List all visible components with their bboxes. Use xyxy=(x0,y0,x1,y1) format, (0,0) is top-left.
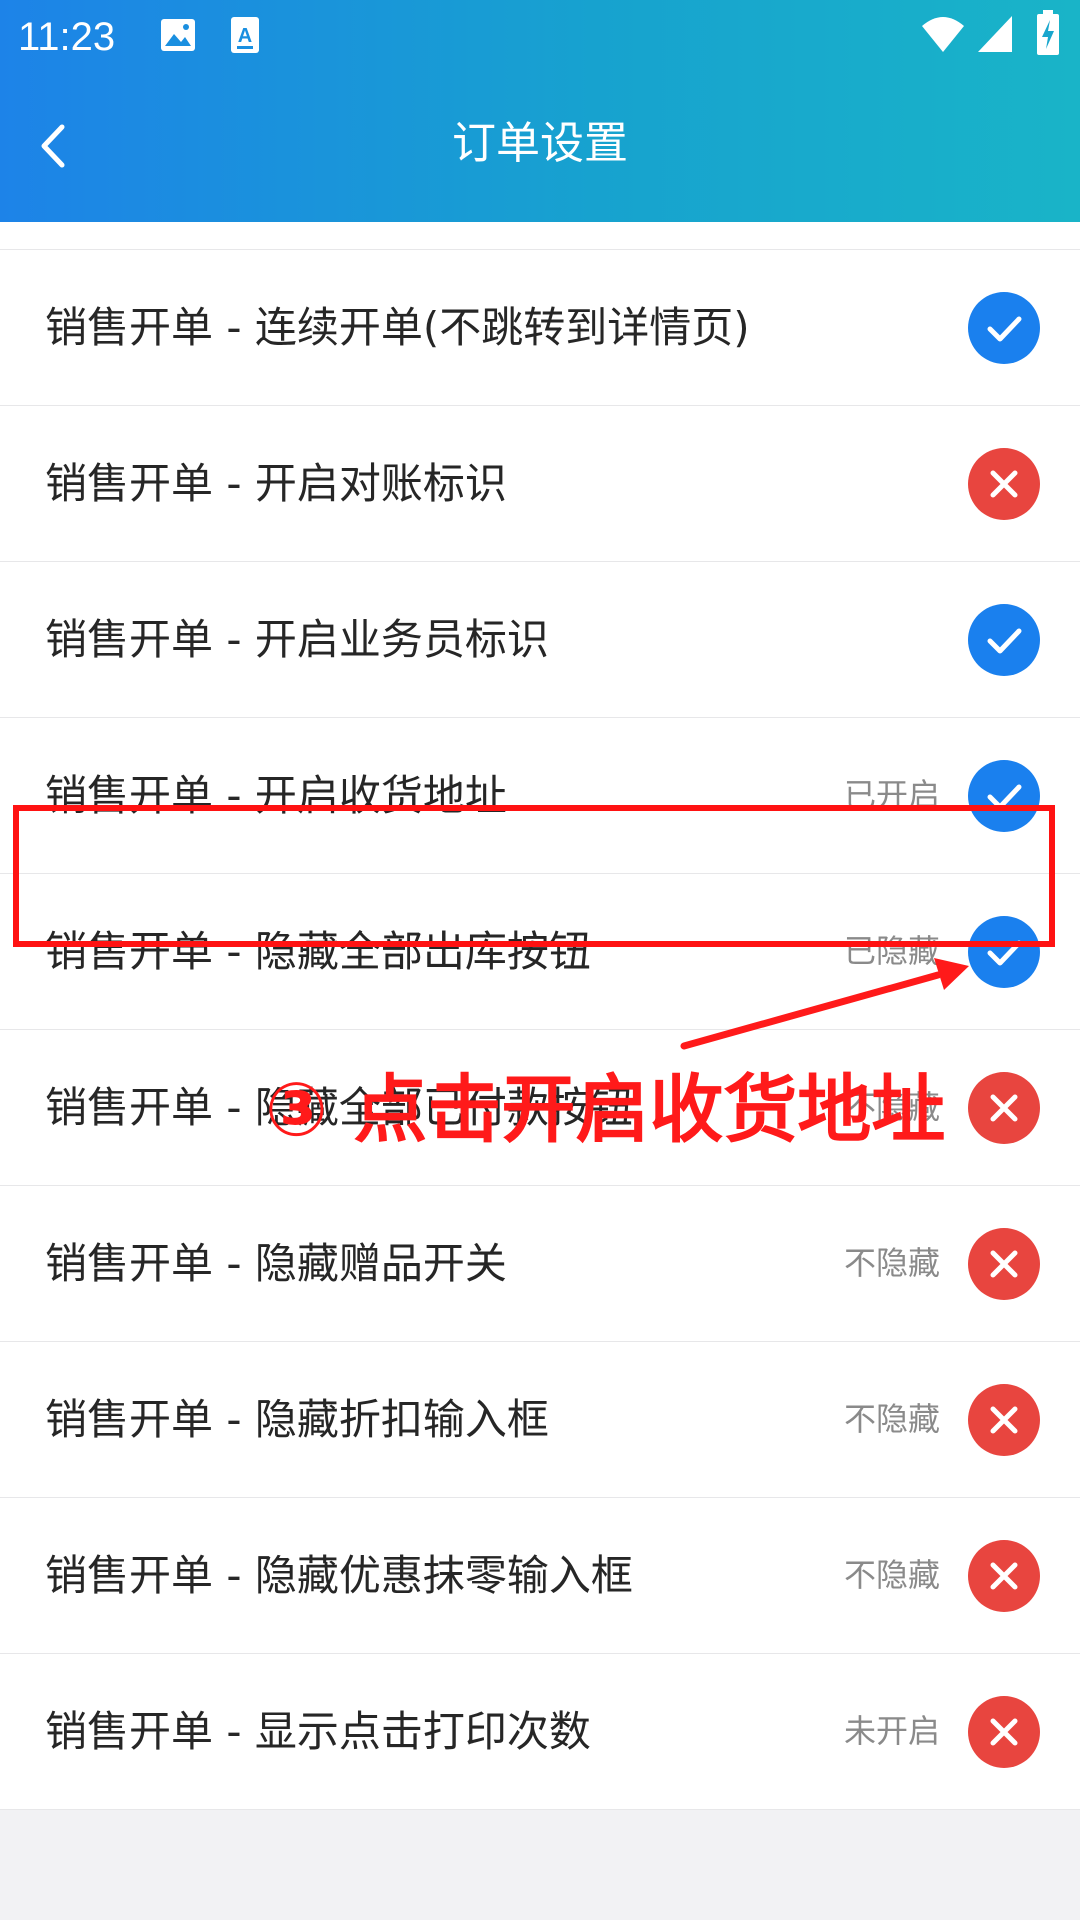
setting-row: 销售开单 - 显示点击打印次数 未开启 xyxy=(0,1654,1080,1810)
page-title: 订单设置 xyxy=(452,118,628,169)
setting-status: 未开启 xyxy=(843,1712,940,1750)
setting-row: 销售开单 - 隐藏赠品开关 不隐藏 xyxy=(0,1186,1080,1342)
svg-text:A: A xyxy=(238,25,252,47)
setting-toggle-off[interactable] xyxy=(968,1540,1040,1612)
setting-label: 销售开单 - 开启对账标识 xyxy=(45,459,507,508)
setting-toggle-off[interactable] xyxy=(968,1384,1040,1456)
status-bar: 11:23 A xyxy=(0,0,1080,72)
setting-toggle-on[interactable] xyxy=(968,604,1040,676)
setting-row: 销售开单 - 隐藏优惠抹零输入框 不隐藏 xyxy=(0,1498,1080,1654)
setting-label: 销售开单 - 连续开单(不跳转到详情页) xyxy=(45,303,750,352)
signal-icon xyxy=(976,14,1014,58)
wifi-icon xyxy=(920,14,966,58)
close-icon xyxy=(990,470,1018,498)
image-icon xyxy=(160,18,196,56)
check-icon xyxy=(987,628,1022,654)
setting-status: 不隐藏 xyxy=(843,1400,940,1438)
close-icon xyxy=(990,1094,1018,1122)
close-icon xyxy=(990,1718,1018,1746)
close-icon xyxy=(990,1406,1018,1434)
setting-status: 不隐藏 xyxy=(843,1556,940,1594)
setting-row: 销售开单 - 隐藏折扣输入框 不隐藏 xyxy=(0,1342,1080,1498)
setting-toggle-on[interactable] xyxy=(968,292,1040,364)
keyboard-a-icon: A xyxy=(230,16,260,58)
setting-toggle-off[interactable] xyxy=(968,1072,1040,1144)
setting-row: 销售开单 - 连续开单(不跳转到详情页) xyxy=(0,250,1080,406)
setting-row: 销售开单 - 开启对账标识 xyxy=(0,406,1080,562)
navigation-bar: 订单设置 xyxy=(0,100,1080,190)
check-icon xyxy=(987,316,1022,342)
settings-list: 销售开单 - 默认已出库和付款 销售开单 - 连续开单(不跳转到详情页) 销售开… xyxy=(0,94,1080,1810)
setting-toggle-off[interactable] xyxy=(968,1228,1040,1300)
setting-label: 销售开单 - 开启业务员标识 xyxy=(45,615,549,664)
setting-row: 销售开单 - 开启业务员标识 xyxy=(0,562,1080,718)
setting-label: 销售开单 - 隐藏优惠抹零输入框 xyxy=(45,1551,633,1600)
setting-status: 不隐藏 xyxy=(843,1244,940,1282)
setting-toggle-off[interactable] xyxy=(968,448,1040,520)
setting-label: 销售开单 - 隐藏赠品开关 xyxy=(45,1239,507,1288)
annotation-text: ③ 点击开启收货地址 xyxy=(265,1067,946,1153)
battery-charging-icon xyxy=(1036,10,1060,60)
setting-label: 销售开单 - 显示点击打印次数 xyxy=(45,1707,591,1756)
setting-toggle-off[interactable] xyxy=(968,1696,1040,1768)
setting-label: 销售开单 - 隐藏折扣输入框 xyxy=(45,1395,549,1444)
close-icon xyxy=(990,1250,1018,1278)
status-time: 11:23 xyxy=(18,15,116,59)
highlight-box xyxy=(13,805,1055,947)
app-bar: 11:23 A 订单设置 xyxy=(0,0,1080,222)
close-icon xyxy=(990,1562,1018,1590)
